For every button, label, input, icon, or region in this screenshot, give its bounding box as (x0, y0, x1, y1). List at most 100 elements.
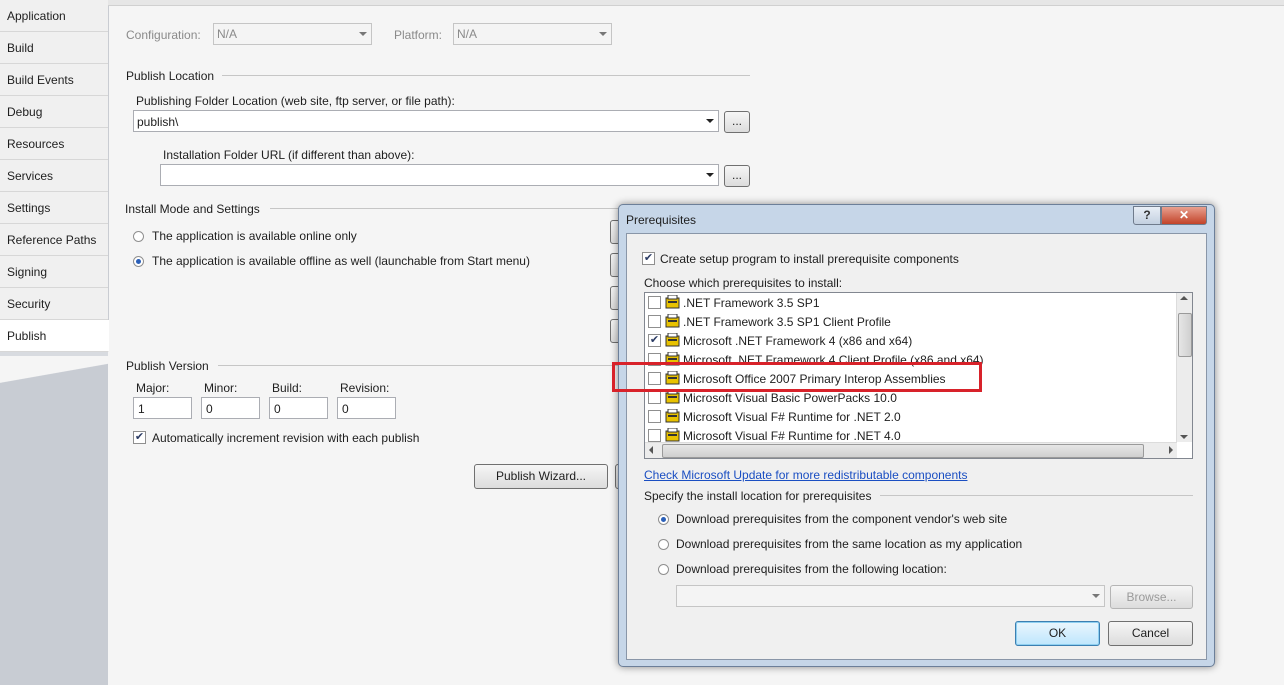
sidebar-item-security[interactable]: Security (0, 288, 108, 320)
prerequisite-checkbox[interactable]: ✔ (648, 334, 661, 347)
installation-url-label: Installation Folder URL (if different th… (163, 148, 415, 162)
custom-location-input[interactable] (676, 585, 1105, 607)
scroll-left-icon[interactable] (649, 446, 653, 454)
create-setup-checkbox[interactable]: ✔ (642, 252, 655, 265)
minor-label: Minor: (204, 381, 238, 395)
package-icon (665, 409, 680, 423)
prerequisite-label: Microsoft Visual Basic PowerPacks 10.0 (683, 391, 897, 405)
scroll-right-icon[interactable] (1169, 446, 1173, 454)
vertical-scrollbar[interactable] (1176, 293, 1192, 442)
help-icon: ? (1143, 208, 1151, 222)
section-divider (222, 75, 750, 76)
build-input[interactable]: 0 (269, 397, 328, 419)
custom-location-label: Download prerequisites from the followin… (676, 562, 947, 576)
list-item[interactable]: ✔ Microsoft .NET Framework 4 (x86 and x6… (648, 331, 1178, 350)
publishing-folder-input[interactable]: publish\ (133, 110, 719, 132)
horizontal-scrollbar[interactable] (645, 442, 1177, 458)
sidebar-item-debug[interactable]: Debug (0, 96, 108, 128)
chevron-down-icon (1092, 594, 1100, 598)
list-item[interactable]: Microsoft Visual F# Runtime for .NET 2.0 (648, 407, 1178, 426)
platform-label: Platform: (394, 28, 443, 42)
sidebar-background (0, 356, 108, 685)
prerequisite-checkbox[interactable] (648, 315, 661, 328)
custom-location-radio[interactable] (658, 564, 669, 575)
prerequisite-label: Microsoft Visual F# Runtime for .NET 4.0 (683, 429, 901, 443)
package-icon (665, 390, 680, 404)
dialog-title: Prerequisites (626, 213, 697, 227)
prerequisite-label: .NET Framework 3.5 SP1 (683, 296, 820, 310)
sidebar: Application Build Build Events Debug Res… (0, 0, 109, 685)
prerequisite-label: .NET Framework 3.5 SP1 Client Profile (683, 315, 891, 329)
install-mode-title: Install Mode and Settings (125, 202, 260, 216)
vendor-location-label: Download prerequisites from the componen… (676, 512, 1008, 526)
package-icon (665, 314, 680, 328)
auto-increment-label: Automatically increment revision with ea… (152, 431, 420, 445)
prerequisite-checkbox[interactable] (648, 296, 661, 309)
auto-increment-checkbox[interactable]: ✔ (133, 431, 146, 444)
same-location-radio[interactable] (658, 539, 669, 550)
configuration-value: N/A (217, 27, 238, 41)
publish-version-title: Publish Version (126, 359, 209, 373)
offline-label: The application is available offline as … (152, 254, 530, 268)
sidebar-item-application[interactable]: Application (0, 0, 108, 32)
sidebar-item-services[interactable]: Services (0, 160, 108, 192)
publishing-folder-value: publish\ (137, 115, 179, 129)
offline-radio[interactable] (133, 256, 144, 267)
dialog-body: ✔ Create setup program to install prereq… (626, 233, 1207, 660)
ok-button[interactable]: OK (1015, 621, 1100, 646)
scroll-down-icon[interactable] (1180, 435, 1188, 439)
configuration-dropdown[interactable]: N/A (213, 23, 372, 45)
online-only-radio[interactable] (133, 231, 144, 242)
help-button[interactable]: ? (1133, 206, 1161, 225)
prerequisite-checkbox[interactable] (648, 410, 661, 423)
publish-wizard-button[interactable]: Publish Wizard... (474, 464, 608, 489)
sidebar-item-publish[interactable]: Publish (0, 320, 109, 352)
platform-value: N/A (457, 27, 478, 41)
close-button[interactable]: ✕ (1161, 206, 1207, 225)
cancel-button[interactable]: Cancel (1108, 621, 1193, 646)
sidebar-item-build-events[interactable]: Build Events (0, 64, 108, 96)
prerequisite-checkbox[interactable] (648, 429, 661, 442)
section-divider (270, 208, 620, 209)
revision-label: Revision: (340, 381, 390, 395)
online-only-label: The application is available online only (152, 229, 357, 243)
sidebar-item-resources[interactable]: Resources (0, 128, 108, 160)
minor-input[interactable]: 0 (201, 397, 260, 419)
chevron-down-icon[interactable] (706, 119, 714, 123)
publishing-folder-label: Publishing Folder Location (web site, ft… (136, 94, 455, 108)
platform-dropdown[interactable]: N/A (453, 23, 612, 45)
list-item[interactable]: .NET Framework 3.5 SP1 (648, 293, 1178, 312)
sidebar-item-reference-paths[interactable]: Reference Paths (0, 224, 108, 256)
chevron-down-icon[interactable] (706, 173, 714, 177)
top-border (108, 0, 1284, 6)
scroll-thumb[interactable] (1178, 313, 1192, 357)
list-item[interactable]: .NET Framework 3.5 SP1 Client Profile (648, 312, 1178, 331)
installation-url-browse-button[interactable]: ... (724, 165, 750, 187)
package-icon (665, 295, 680, 309)
revision-value: 0 (342, 402, 349, 416)
revision-input[interactable]: 0 (337, 397, 396, 419)
build-value: 0 (274, 402, 281, 416)
major-label: Major: (136, 381, 170, 395)
scroll-up-icon[interactable] (1180, 296, 1188, 300)
prerequisite-label: Microsoft Visual F# Runtime for .NET 2.0 (683, 410, 901, 424)
sidebar-item-build[interactable]: Build (0, 32, 108, 64)
hscroll-thumb[interactable] (662, 444, 1144, 458)
publishing-folder-browse-button[interactable]: ... (724, 111, 750, 133)
prerequisite-checkbox[interactable] (648, 391, 661, 404)
check-update-link[interactable]: Check Microsoft Update for more redistri… (644, 468, 967, 482)
sidebar-tab-fold (0, 356, 108, 396)
create-setup-label: Create setup program to install prerequi… (660, 252, 959, 266)
prerequisite-label: Microsoft .NET Framework 4 (x86 and x64) (683, 334, 913, 348)
install-location-title: Specify the install location for prerequ… (644, 489, 872, 503)
vendor-location-radio[interactable] (658, 514, 669, 525)
installation-url-input[interactable] (160, 164, 719, 186)
same-location-label: Download prerequisites from the same loc… (676, 537, 1023, 551)
major-input[interactable]: 1 (133, 397, 192, 419)
build-label: Build: (272, 381, 303, 395)
sidebar-items: Application Build Build Events Debug Res… (0, 0, 109, 352)
sidebar-item-settings[interactable]: Settings (0, 192, 108, 224)
browse-button[interactable]: Browse... (1110, 585, 1193, 609)
sidebar-item-signing[interactable]: Signing (0, 256, 108, 288)
close-icon: ✕ (1178, 208, 1190, 222)
